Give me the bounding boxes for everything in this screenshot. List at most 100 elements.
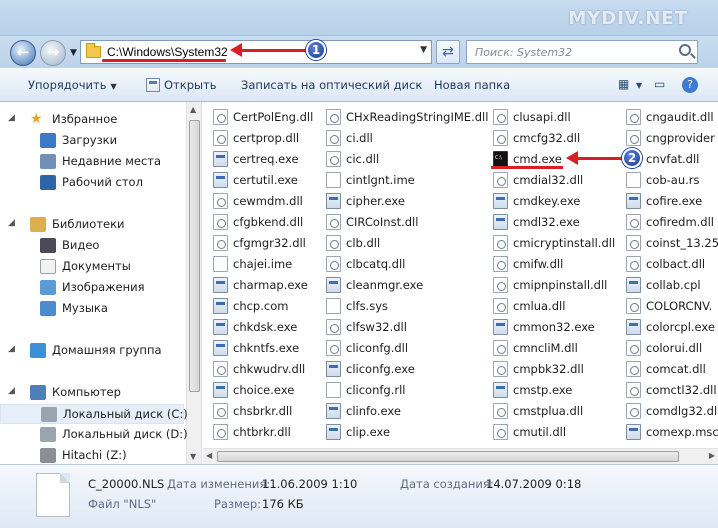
dll-file-icon [626, 298, 641, 314]
nav-item-локальный-диск-c-[interactable]: Локальный диск (C:) [0, 404, 188, 424]
nav-item-рабочий-стол[interactable]: Рабочий стол [0, 173, 184, 193]
annotation-badge-1: 1 [306, 40, 326, 60]
preview-pane-icon[interactable]: ▭ [654, 77, 665, 91]
back-button[interactable]: ← [10, 40, 36, 66]
modified-key: Дата изменения: [167, 477, 271, 491]
executable-icon [326, 361, 341, 377]
scroll-up-icon[interactable]: ▲ [190, 105, 196, 114]
address-dropdown-icon[interactable]: ▼ [420, 45, 427, 55]
nav-item-компьютер[interactable]: ◢ Компьютер [0, 383, 184, 403]
nav-item-загрузки[interactable]: Загрузки [0, 131, 184, 151]
nav-item-документы[interactable]: Документы [0, 257, 184, 277]
dll-file-icon [493, 361, 508, 377]
new-folder-button[interactable]: Новая папка [434, 78, 510, 92]
dll-file-icon [213, 235, 228, 251]
nav-item-музыка[interactable]: Музыка [0, 299, 184, 319]
view-dropdown-icon[interactable]: ▼ [636, 81, 642, 90]
file-name: cmlua.dll [513, 299, 566, 313]
dll-file-icon [626, 130, 641, 146]
executable-icon [493, 193, 508, 209]
dll-file-icon [213, 193, 228, 209]
dll-file-icon [493, 298, 508, 314]
chevron-down-icon: ▼ [110, 82, 117, 91]
file-name: clbcatq.dll [346, 257, 406, 271]
nav-item-видео[interactable]: Видео [0, 236, 184, 256]
file-name: clfs.sys [346, 299, 389, 313]
open-button[interactable]: Открыть [146, 78, 217, 92]
nav-item-локальный-диск-d-[interactable]: Локальный диск (D:) [0, 425, 188, 445]
file-name: cfgmgr32.dll [233, 236, 306, 250]
scroll-right-icon[interactable]: ▶ [709, 451, 715, 460]
dll-file-icon [493, 172, 508, 188]
executable-icon [326, 424, 341, 440]
scroll-left-icon[interactable]: ◀ [206, 451, 212, 460]
file-name: ci.dll [346, 131, 373, 145]
search-icon[interactable] [679, 44, 691, 56]
documents-icon [40, 259, 56, 274]
file-name: cliconfg.rll [346, 383, 406, 397]
file-name: clb.dll [346, 236, 381, 250]
expand-arrow-icon[interactable]: ◢ [8, 113, 15, 123]
file-name: chkwudrv.dll [233, 362, 306, 376]
scroll-thumb[interactable] [189, 120, 200, 392]
file-name: cliconfg.exe [346, 362, 415, 376]
nav-item-label: Загрузки [62, 133, 118, 147]
nav-item-изображения[interactable]: Изображения [0, 278, 184, 298]
expand-arrow-icon[interactable]: ◢ [8, 218, 15, 228]
dll-file-icon [493, 109, 508, 125]
nav-item-hitachi-z-[interactable]: Hitachi (Z:) [0, 446, 184, 464]
file-name: clip.exe [346, 425, 391, 439]
dll-file-icon [326, 130, 341, 146]
nav-item-домашняя-группа[interactable]: ◢ Домашняя группа [0, 341, 184, 361]
dll-file-icon [626, 214, 641, 230]
expand-arrow-icon[interactable]: ◢ [8, 344, 15, 354]
nav-item-label: Видео [62, 238, 100, 252]
nav-item-label: Локальный диск (D:) [62, 427, 188, 441]
nav-item-недавние-места[interactable]: Недавние места [0, 152, 184, 172]
file-name: cic.dll [346, 152, 380, 166]
organize-menu[interactable]: Упорядочить ▼ [28, 78, 117, 92]
file-name: colorui.dll [646, 341, 703, 355]
expand-arrow-icon[interactable]: ◢ [8, 386, 15, 396]
dll-file-icon [493, 403, 508, 419]
dll-file-icon [326, 109, 341, 125]
refresh-button[interactable]: ⇄ [436, 40, 460, 64]
h-scroll-thumb[interactable] [217, 451, 679, 462]
file-name: cmmon32.exe [513, 320, 595, 334]
created-value: 14.07.2009 0:18 [486, 477, 582, 491]
dll-file-icon [626, 424, 641, 440]
scroll-down-icon[interactable]: ▼ [190, 452, 196, 461]
view-options-icon[interactable]: ▦ [618, 77, 629, 91]
nav-item-label: Локальный диск (C:) [63, 407, 188, 421]
dll-file-icon [326, 151, 341, 167]
file-name: cmstp.exe [513, 383, 573, 397]
navigation-pane: ▲ ▼ ◢ ★ Избранное Загрузки Недавние места Раб… [0, 102, 202, 464]
dll-file-icon [213, 361, 228, 377]
file-name: cofiredm.dll [646, 215, 715, 229]
address-path[interactable]: C:\Windows\System32 [107, 45, 228, 59]
burn-button[interactable]: Записать на оптический диск [241, 78, 422, 92]
file-horizontal-scrollbar[interactable]: ◀ ▶ [203, 448, 718, 464]
file-name: cmutil.dll [513, 425, 567, 439]
file-name: certprop.dll [233, 131, 300, 145]
file-name: clinfo.exe [346, 404, 401, 418]
help-icon[interactable]: ? [682, 77, 698, 93]
forward-button[interactable]: → [40, 40, 66, 66]
dll-file-icon [493, 340, 508, 356]
computer-icon [30, 385, 46, 400]
nav-item-избранное[interactable]: ◢ ★ Избранное [0, 110, 184, 130]
watermark: MYDIV.NET [568, 8, 688, 29]
file-name: chtbrkr.dll [233, 425, 291, 439]
history-dropdown-icon[interactable]: ▼ [70, 48, 77, 58]
nav-item-библиотеки[interactable]: ◢ Библиотеки [0, 215, 184, 235]
search-input[interactable]: Поиск: System32 [466, 40, 698, 64]
file-name: collab.cpl [646, 278, 701, 292]
nav-item-label: Домашняя группа [52, 343, 162, 357]
file-name: cmdl32.exe [513, 215, 580, 229]
nav-vertical-scrollbar[interactable]: ▲ ▼ [186, 102, 201, 464]
details-pane: C_20000.NLS Файл "NLS" Дата изменения: 1… [0, 464, 718, 528]
cmd-highlight-underline [491, 166, 563, 169]
dll-file-icon [326, 214, 341, 230]
dll-file-icon [626, 361, 641, 377]
dll-file-icon [626, 172, 641, 188]
